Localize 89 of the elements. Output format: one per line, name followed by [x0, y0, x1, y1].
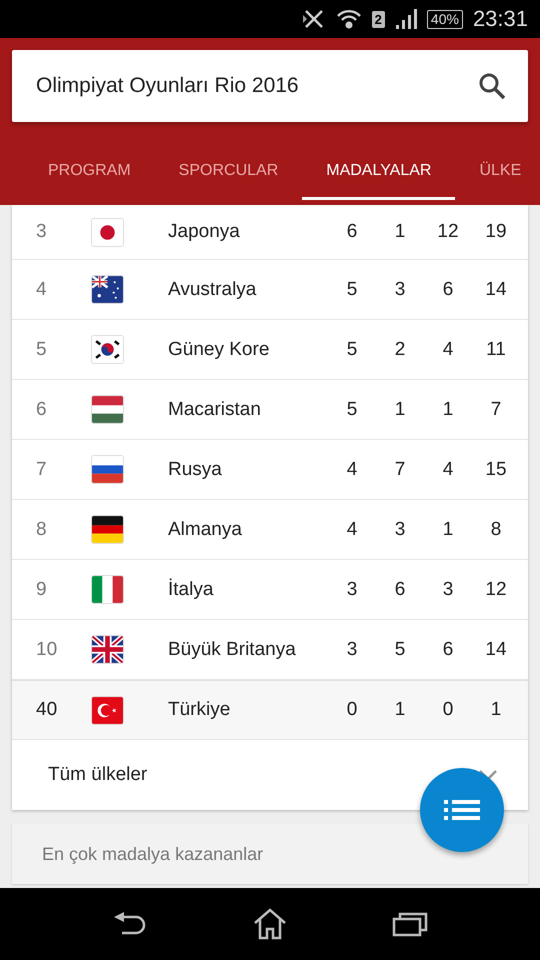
medal-count-cell-text: 12 [436, 221, 460, 243]
country-cell-text: İtalya [168, 578, 214, 600]
flag-icon [92, 636, 123, 663]
tab[interactable]: ÜLKE [455, 150, 540, 200]
total-cell-text: 14 [484, 638, 508, 660]
flag-icon [92, 276, 123, 303]
medal-count-cell-text: 1 [394, 221, 406, 243]
medal-count-cell-text: 3 [442, 578, 454, 600]
tab[interactable]: PROGRAM [24, 150, 155, 200]
chevron-icon[interactable] [478, 769, 498, 781]
battery-indicator: 40% [426, 10, 463, 28]
rank-cell-text: 6 [36, 398, 48, 420]
table-row[interactable]: 9 İtalya 3 6 3 12 [12, 560, 528, 620]
flag-icon [92, 456, 123, 483]
clock-time: 23:31 [472, 6, 528, 32]
medal-count-cell-text: 5 [394, 638, 406, 660]
medal-count-cell-text: 1 [394, 699, 406, 721]
total-cell-text: 12 [484, 578, 508, 600]
country-cell-text: Güney Kore [168, 338, 270, 360]
country-cell-text: Avustralya [168, 278, 258, 300]
signal-icon [394, 8, 417, 30]
flag-icon [92, 396, 123, 423]
section-title: En çok madalya kazananlar [42, 844, 264, 864]
sim-badge: 2 [372, 10, 385, 28]
recent-apps-icon[interactable] [392, 911, 428, 937]
table-row[interactable]: 40 Türkiye 0 1 0 1 [12, 680, 528, 740]
country-cell-text: Almanya [168, 518, 243, 540]
tab[interactable]: SPORCULAR [154, 150, 302, 200]
medal-count-cell-text: 3 [346, 578, 358, 600]
medal-count-cell-text: 6 [346, 221, 358, 243]
table-row[interactable]: 4 Avustralya 5 3 6 14 [12, 260, 528, 320]
home-icon[interactable] [252, 908, 287, 940]
country-cell-text: Japonya [168, 221, 241, 243]
total-cell-text: 11 [485, 338, 507, 360]
rank-cell-text: 7 [36, 458, 48, 480]
medal-count-cell-text: 7 [394, 458, 406, 480]
rank-cell-text: 3 [36, 221, 48, 243]
wifi-icon [336, 7, 362, 31]
medal-count-cell-text: 5 [346, 398, 358, 420]
table-row[interactable]: 8 Almanya 4 3 1 8 [12, 500, 528, 560]
medal-count-cell-text: 3 [394, 518, 406, 540]
rank-cell-text: 8 [36, 518, 48, 540]
section-card[interactable]: En çok madalya kazananlar [12, 824, 528, 884]
country-cell-text: Türkiye [168, 699, 232, 721]
table-row[interactable]: 3 Japonya 6 1 12 19 [12, 205, 528, 260]
country-cell-text: Büyük Britanya [168, 638, 297, 660]
table-row[interactable]: 6 Macaristan 5 1 1 7 [12, 380, 528, 440]
medal-count-cell-text: 4 [442, 458, 454, 480]
all-countries-link[interactable]: Tüm ülkeler [48, 764, 148, 786]
medal-count-cell-text: 2 [394, 338, 406, 360]
rank-cell-text: 40 [36, 699, 58, 721]
medal-count-cell-text: 0 [442, 699, 454, 721]
rank-cell-text: 10 [36, 638, 58, 660]
country-cell-text: Rusya [168, 458, 223, 480]
rank-cell-text: 4 [36, 278, 48, 300]
medal-count-cell-text: 1 [442, 518, 454, 540]
total-cell-text: 8 [490, 518, 502, 540]
country-cell-text: Macaristan [168, 398, 262, 420]
medal-count-cell-text: 4 [346, 458, 358, 480]
rank-cell-text: 5 [36, 338, 48, 360]
medal-count-cell-text: 4 [346, 518, 358, 540]
total-cell-text: 15 [484, 458, 508, 480]
medal-count-cell-text: 6 [442, 278, 454, 300]
medal-count-cell-text: 1 [442, 398, 454, 420]
medal-count-cell-text: 6 [394, 578, 406, 600]
medal-count-cell-text: 1 [394, 398, 406, 420]
table-row[interactable]: 5 Güney Kore 5 2 4 11 [12, 320, 528, 380]
total-cell-text: 19 [484, 221, 508, 243]
list-icon [444, 798, 480, 822]
search-field[interactable]: Olimpiyat Oyunları Rio 2016 [12, 50, 528, 122]
medal-count-cell-text: 6 [442, 638, 454, 660]
tab[interactable]: MADALYALAR [302, 150, 456, 200]
flag-icon [92, 218, 123, 246]
total-cell-text: 1 [490, 699, 502, 721]
total-cell-text: 14 [484, 278, 508, 300]
medal-count-cell-text: 0 [346, 699, 358, 721]
flag-icon [92, 336, 123, 363]
search-icon[interactable] [478, 72, 506, 100]
medal-count-cell-text: 3 [394, 278, 406, 300]
total-cell-text: 7 [490, 398, 502, 420]
medal-count-cell-text: 3 [346, 638, 358, 660]
flag-icon [92, 696, 123, 724]
rank-cell-text: 9 [36, 578, 48, 600]
flag-icon [92, 576, 123, 603]
medal-count-cell-text: 4 [442, 338, 454, 360]
table-row[interactable]: 7 Rusya 4 7 4 15 [12, 440, 528, 500]
flag-icon [92, 516, 123, 543]
medal-count-cell-text: 5 [346, 338, 358, 360]
medal-count-cell-text: 5 [346, 278, 358, 300]
